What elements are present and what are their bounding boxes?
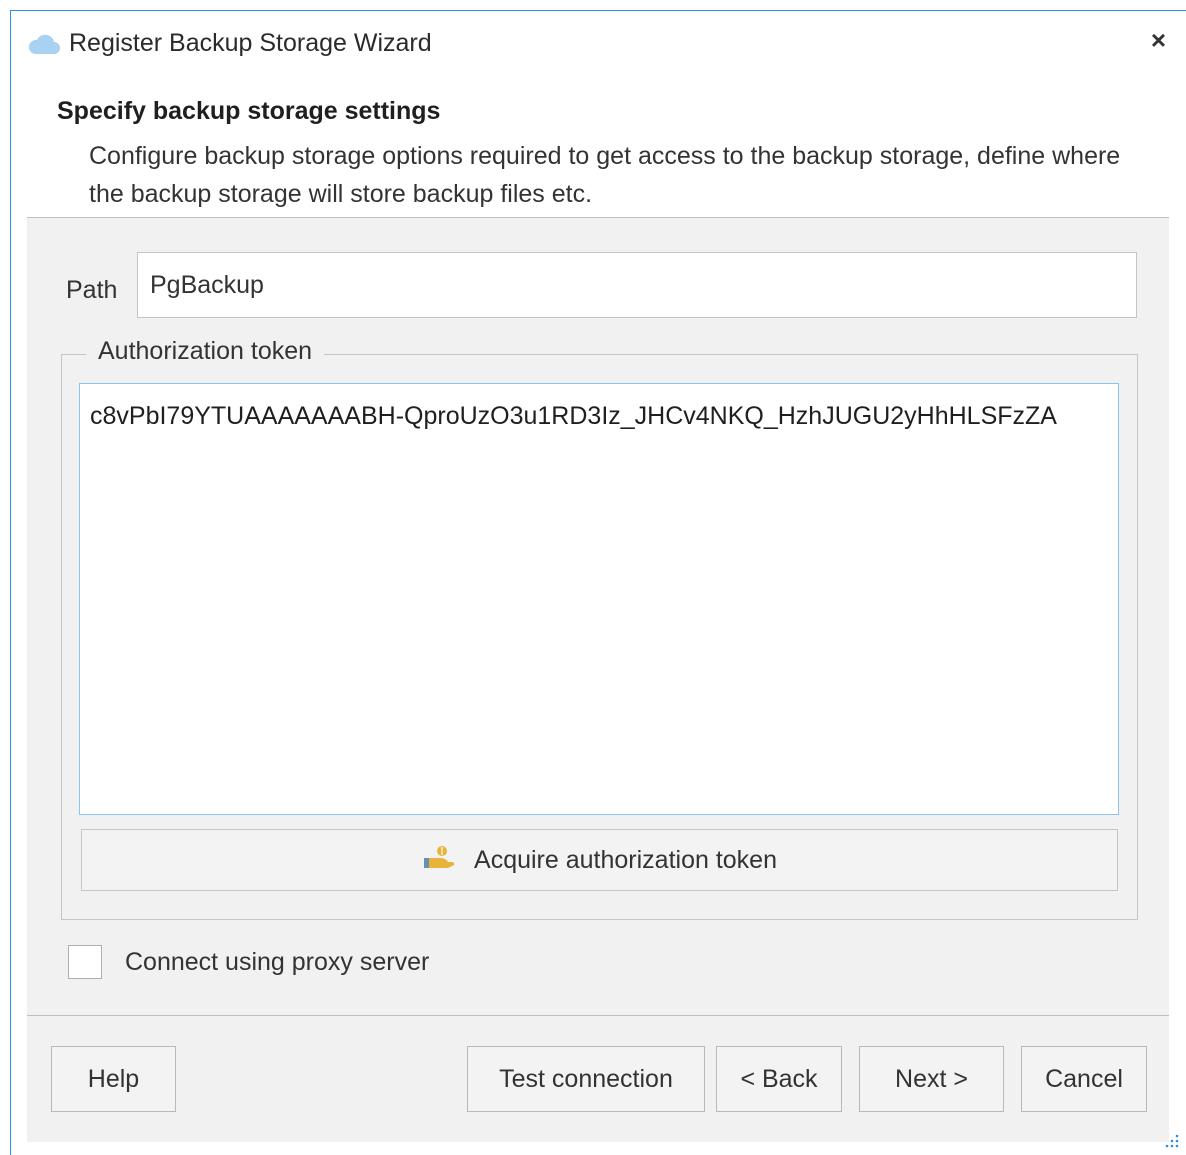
window-title: Register Backup Storage Wizard [69, 29, 432, 57]
next-button[interactable]: Next > [859, 1046, 1004, 1112]
proxy-label[interactable]: Connect using proxy server [125, 948, 429, 977]
cloud-icon [27, 33, 61, 60]
back-button[interactable]: < Back [716, 1046, 842, 1112]
authorization-token-label: Authorization token [86, 337, 325, 366]
close-button[interactable]: × [1151, 25, 1166, 56]
proxy-checkbox[interactable] [68, 945, 102, 979]
path-input[interactable] [137, 252, 1137, 318]
wizard-window: Register Backup Storage Wizard × Specify… [10, 10, 1186, 1155]
acquire-token-button[interactable]: Acquire authorization token [81, 829, 1118, 891]
test-connection-button[interactable]: Test connection [467, 1046, 705, 1112]
resize-grip-icon[interactable] [1164, 1133, 1180, 1149]
page-title: Specify backup storage settings [57, 97, 441, 125]
help-button[interactable]: Help [51, 1046, 176, 1112]
acquire-token-label: Acquire authorization token [474, 845, 777, 874]
cancel-button[interactable]: Cancel [1021, 1046, 1147, 1112]
button-bar: Help Test connection < Back Next > Cance… [27, 1016, 1169, 1142]
authorization-token-textarea[interactable]: c8vPbI79YTUAAAAAAABH-QproUzO3u1RD3Iz_JHC… [79, 383, 1119, 815]
page-description: Configure backup storage options require… [89, 142, 1121, 208]
key-hand-icon [422, 844, 456, 877]
authorization-token-group: Authorization token c8vPbI79YTUAAAAAAABH… [61, 337, 1138, 920]
path-label: Path [66, 276, 118, 304]
settings-panel: Path Authorization token c8vPbI79YTUAAAA… [27, 218, 1169, 1018]
title-bar: Register Backup Storage Wizard × [11, 11, 1186, 77]
